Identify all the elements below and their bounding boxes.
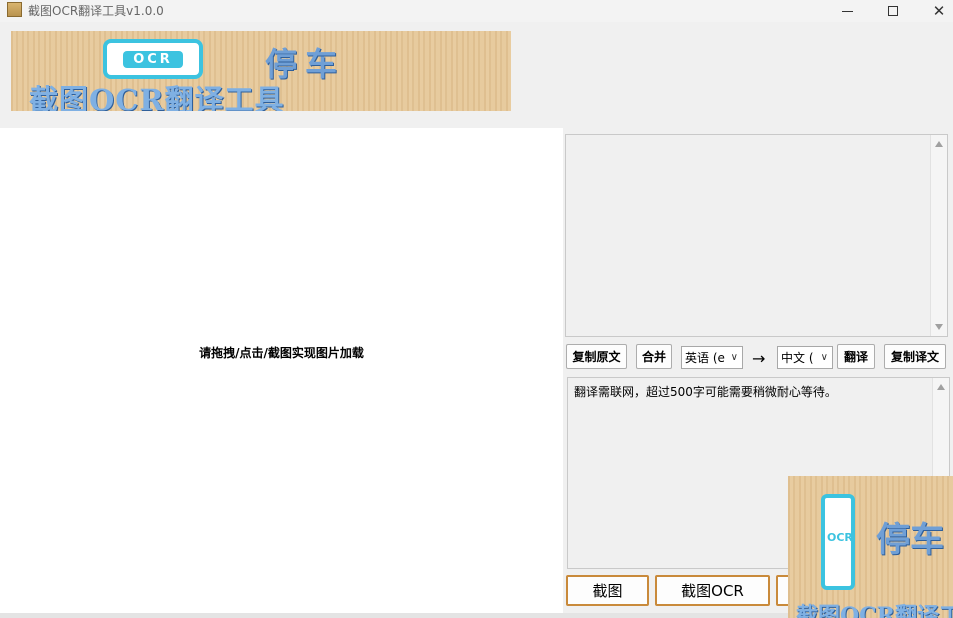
copy-source-button[interactable]: 复制原文 [566, 344, 627, 369]
image-drop-hint: 请拖拽/点击/截图实现图片加载 [199, 346, 364, 360]
source-text-value [566, 135, 947, 145]
minimize-button[interactable] [824, 0, 870, 22]
source-scrollbar[interactable] [930, 135, 947, 336]
maximize-icon [888, 6, 898, 16]
translate-button[interactable]: 翻译 [837, 344, 875, 369]
thumbnail-main-title: 截图OCR翻译工具 [796, 603, 953, 618]
screenshot-button[interactable]: 截图 [566, 575, 649, 606]
thumbnail-logo-text: OCR [827, 531, 853, 544]
window-title: 截图OCR翻译工具v1.0.0 [28, 4, 164, 18]
source-text-area[interactable] [565, 134, 948, 337]
banner-image: OCR 停车 截图OCR翻译工具 [11, 31, 511, 111]
scroll-up-arrow-icon[interactable] [935, 141, 943, 147]
chevron-down-icon: ∨ [820, 352, 828, 363]
title-bar: 截图OCR翻译工具v1.0.0 ✕ [0, 0, 953, 22]
header-area: OCR 停车 截图OCR翻译工具 [0, 22, 953, 128]
target-language-select[interactable]: 中文 ( ∨ [777, 346, 833, 369]
screenshot-ocr-button[interactable]: 截图OCR [655, 575, 770, 606]
status-strip [0, 613, 788, 618]
source-language-value: 英语 (e [685, 351, 725, 365]
scroll-up-arrow-icon[interactable] [937, 384, 945, 390]
image-drop-area[interactable]: 请拖拽/点击/截图实现图片加载 [0, 128, 563, 613]
chevron-down-icon: ∨ [730, 352, 738, 363]
thumbnail-subtitle: 停车 [876, 520, 944, 560]
close-button[interactable]: ✕ [916, 0, 953, 22]
close-icon: ✕ [932, 1, 946, 20]
target-text-value: 翻译需联网，超过500字可能需要稍微耐心等待。 [574, 385, 837, 399]
minimize-icon [841, 10, 853, 12]
merge-button[interactable]: 合并 [636, 344, 672, 369]
app-icon [7, 2, 22, 17]
source-language-select[interactable]: 英语 (e ∨ [681, 346, 743, 369]
banner-main-title: 截图OCR翻译工具 [29, 83, 285, 111]
scroll-down-arrow-icon[interactable] [935, 324, 943, 330]
maximize-button[interactable] [870, 0, 916, 22]
ocr-logo-icon: OCR [103, 39, 203, 79]
thumbnail-preview[interactable]: OCR 停车 截图OCR翻译工具 [788, 476, 953, 618]
banner-logo-text: OCR [123, 50, 183, 68]
copy-target-button[interactable]: 复制译文 [884, 344, 946, 369]
right-arrow-icon: → [752, 349, 766, 368]
target-language-value: 中文 ( [781, 351, 814, 365]
